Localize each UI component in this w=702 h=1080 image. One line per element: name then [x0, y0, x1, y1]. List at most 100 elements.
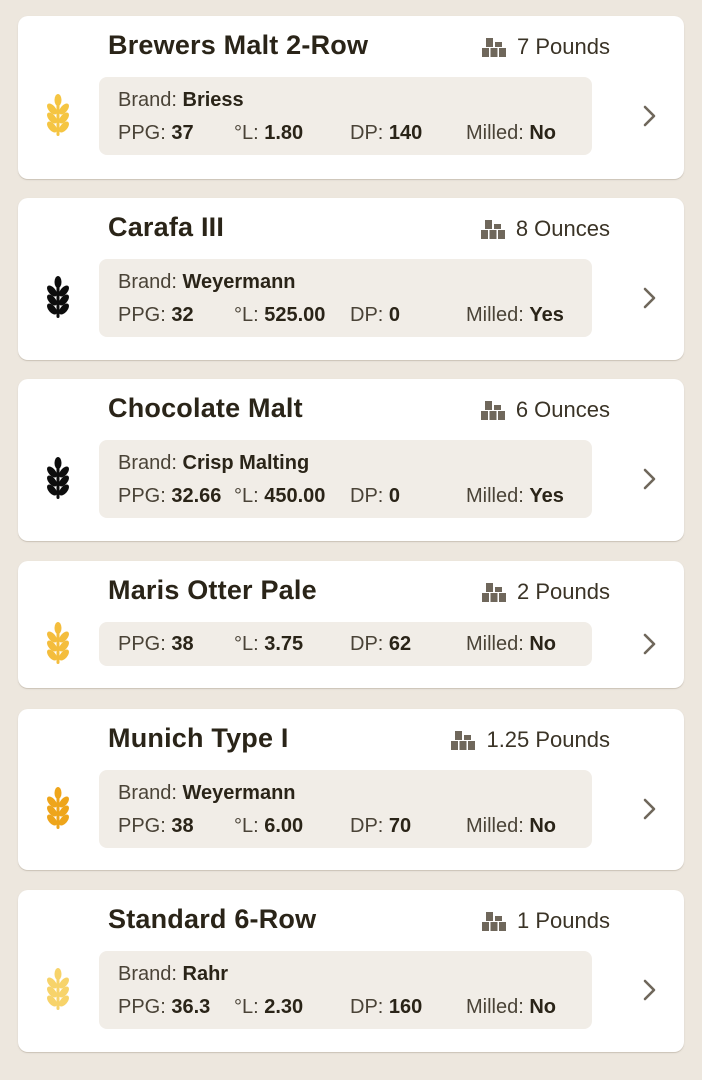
diastatic-power-label: DP: — [350, 304, 384, 326]
milled-value: Yes — [529, 304, 564, 326]
diastatic-power-label: DP: — [350, 815, 384, 837]
grain-amount: 7 Pounds — [481, 34, 610, 60]
grain-icon — [47, 94, 69, 136]
grain-card[interactable]: Munich Type I 1.25 Pounds Brand: Weyermann… — [18, 709, 684, 870]
milled-value: No — [529, 996, 557, 1018]
milled: Milled: Yes — [466, 304, 564, 327]
brand-label: Brand: — [118, 89, 177, 111]
brand-value: Weyermann — [182, 782, 296, 804]
ppg-label: PPG: — [118, 633, 166, 655]
grain-icon — [47, 622, 69, 664]
grain-name: Chocolate Malt — [108, 393, 303, 423]
diastatic-power-value: 0 — [388, 485, 401, 507]
boxes-icon — [482, 583, 507, 602]
brand-value: Weyermann — [182, 271, 296, 293]
lovibond-value: 3.75 — [264, 633, 304, 655]
ppg: PPG: 38 — [118, 633, 194, 656]
lovibond: °L: 6.00 — [234, 815, 303, 838]
milled: Milled: No — [466, 122, 556, 145]
boxes-icon — [482, 912, 507, 931]
brand-label: Brand: — [118, 452, 177, 474]
diastatic-power-label: DP: — [350, 996, 384, 1018]
brand: Brand: Crisp Malting — [118, 452, 309, 475]
grain-details: Brand: Briess PPG: 37 °L: 1.80 DP: 140 Mille… — [99, 77, 592, 155]
lovibond-value: 450.00 — [264, 485, 326, 507]
chevron-right-icon[interactable] — [642, 467, 658, 491]
ppg: PPG: 32.66 — [118, 485, 221, 508]
milled: Milled: No — [466, 633, 556, 656]
milled-label: Milled: — [466, 633, 524, 655]
grain-icon — [47, 457, 69, 499]
grain-amount-text: 1 Pounds — [517, 908, 610, 933]
brand: Brand: Weyermann — [118, 271, 296, 294]
grain-name: Standard 6-Row — [108, 904, 317, 934]
grain-amount-text: 8 Ounces — [515, 216, 610, 241]
brand: Brand: Rahr — [118, 963, 228, 986]
diastatic-power-label: DP: — [350, 485, 384, 507]
milled-value: Yes — [529, 485, 564, 507]
brand-value: Briess — [182, 89, 244, 111]
brand-label: Brand: — [118, 782, 177, 804]
lovibond-value: 2.30 — [264, 996, 304, 1018]
milled: Milled: No — [466, 815, 556, 838]
grain-details: Brand: Weyermann PPG: 38 °L: 6.00 DP: 70 Mil… — [99, 770, 592, 848]
grain-amount: 6 Ounces — [480, 397, 610, 423]
grain-amount-text: 6 Ounces — [515, 397, 610, 422]
chevron-right-icon[interactable] — [642, 286, 658, 310]
grain-card[interactable]: Carafa III 8 Ounces Brand: Weyermann PPG: 3… — [18, 198, 684, 360]
grain-card[interactable]: Maris Otter Pale 2 Pounds PPG: 38 °L: 3.75 D… — [18, 561, 684, 688]
chevron-right-icon[interactable] — [642, 632, 658, 656]
grain-name: Munich Type I — [108, 723, 289, 753]
brand-label: Brand: — [118, 271, 177, 293]
grain-name: Maris Otter Pale — [108, 575, 317, 605]
brand-value: Crisp Malting — [182, 452, 310, 474]
lovibond: °L: 525.00 — [234, 304, 325, 327]
grain-card[interactable]: Chocolate Malt 6 Ounces Brand: Crisp Malti… — [18, 379, 684, 541]
grain-amount: 1 Pounds — [481, 908, 610, 934]
lovibond: °L: 1.80 — [234, 122, 303, 145]
milled-label: Milled: — [466, 485, 524, 507]
grain-amount-text: 1.25 Pounds — [486, 727, 610, 752]
grain-name: Brewers Malt 2-Row — [108, 30, 369, 60]
chevron-right-icon[interactable] — [642, 978, 658, 1002]
lovibond: °L: 2.30 — [234, 996, 303, 1019]
diastatic-power-value: 0 — [388, 304, 401, 326]
boxes-icon — [480, 401, 505, 420]
boxes-icon — [482, 38, 507, 57]
ppg-value: 38 — [171, 815, 194, 837]
grain-card[interactable]: Standard 6-Row 1 Pounds Brand: Rahr PPG: 36… — [18, 890, 684, 1052]
diastatic-power: DP: 62 — [350, 633, 411, 656]
ppg: PPG: 37 — [118, 122, 194, 145]
ppg-value: 32.66 — [171, 485, 222, 507]
ppg-label: PPG: — [118, 304, 166, 326]
chevron-right-icon[interactable] — [642, 797, 658, 821]
chevron-right-icon[interactable] — [642, 104, 658, 128]
diastatic-power-value: 140 — [388, 122, 423, 144]
diastatic-power-value: 62 — [388, 633, 412, 655]
grain-amount-text: 7 Pounds — [517, 34, 610, 59]
lovibond: °L: 450.00 — [234, 485, 325, 508]
grain-card[interactable]: Brewers Malt 2-Row 7 Pounds Brand: Briess P… — [18, 16, 684, 179]
diastatic-power: DP: 0 — [350, 485, 400, 508]
milled-label: Milled: — [466, 815, 524, 837]
ppg-value: 32 — [171, 304, 194, 326]
milled-value: No — [529, 122, 557, 144]
grain-details: Brand: Rahr PPG: 36.3 °L: 2.30 DP: 160 Mille… — [99, 951, 592, 1029]
milled-label: Milled: — [466, 996, 524, 1018]
brand-value: Rahr — [182, 963, 229, 985]
ppg-value: 38 — [171, 633, 194, 655]
ppg: PPG: 38 — [118, 815, 194, 838]
grain-amount: 2 Pounds — [481, 579, 610, 605]
diastatic-power: DP: 140 — [350, 122, 422, 145]
lovibond-label: °L: — [234, 485, 259, 507]
milled-label: Milled: — [466, 122, 524, 144]
milled-label: Milled: — [466, 304, 524, 326]
ppg: PPG: 32 — [118, 304, 194, 327]
grain-amount: 1.25 Pounds — [450, 727, 610, 753]
ppg-value: 36.3 — [171, 996, 211, 1018]
ppg-label: PPG: — [118, 122, 166, 144]
milled-value: No — [529, 815, 557, 837]
lovibond-label: °L: — [234, 815, 259, 837]
brand: Brand: Weyermann — [118, 782, 296, 805]
grain-details: Brand: Crisp Malting PPG: 32.66 °L: 450.00… — [99, 440, 592, 518]
